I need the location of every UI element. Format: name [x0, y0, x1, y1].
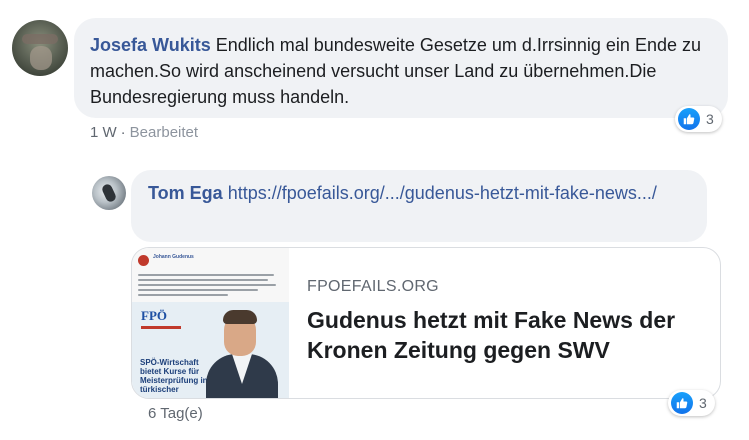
- reaction-count: 3: [699, 395, 707, 411]
- like-icon: [671, 392, 693, 414]
- thumbnail-text-line: [138, 289, 258, 291]
- comment-meta: 1 W · Bearbeitet: [90, 124, 199, 141]
- thumbnail-text-line: [138, 284, 276, 286]
- reaction-count: 3: [706, 111, 714, 127]
- reply-link[interactable]: https://fpoefails.org/.../gudenus-hetzt-…: [228, 183, 657, 203]
- comment-text-block: Josefa Wukits Endlich mal bundesweite Ge…: [90, 32, 720, 110]
- avatar-photo-detail: [22, 34, 58, 44]
- reply-timestamp[interactable]: 6 Tag(e): [148, 405, 203, 422]
- link-preview-title[interactable]: Gudenus hetzt mit Fake News der Kronen Z…: [307, 305, 707, 365]
- link-preview-thumbnail: Johann Gudenus FPÖ SPÖ-Wirtschaft bietet…: [132, 248, 289, 398]
- like-icon: [678, 108, 700, 130]
- avatar-josefa-wukits[interactable]: [12, 20, 68, 76]
- thumbnail-logo: FPÖ: [141, 308, 167, 323]
- avatar-photo-detail: [30, 46, 52, 70]
- reply-meta: 6 Tag(e): [148, 405, 203, 422]
- reply-text-block: Tom Ega https://fpoefails.org/.../gudenu…: [148, 180, 688, 206]
- thumbnail-avatar: [138, 255, 149, 266]
- thumbnail-text-line: [138, 274, 274, 276]
- thumbnail-photo: FPÖ SPÖ-Wirtschaft bietet Kurse für Meis…: [132, 302, 289, 398]
- comment-timestamp[interactable]: 1 W: [90, 124, 117, 141]
- reply-reaction-summary[interactable]: 3: [668, 390, 715, 416]
- comment-author-name[interactable]: Josefa Wukits: [90, 35, 211, 55]
- thumbnail-poster-text: SPÖ-Wirtschaft bietet Kurse für Meisterp…: [140, 358, 208, 394]
- link-preview-domain: FPOEFAILS.ORG: [307, 278, 439, 295]
- thumbnail-page-name: Johann Gudenus: [153, 254, 194, 260]
- reply-author-name[interactable]: Tom Ega: [148, 183, 223, 203]
- reaction-summary[interactable]: 3: [675, 106, 722, 132]
- avatar-tom-ega[interactable]: [92, 176, 126, 210]
- thumbnail-text-line: [138, 294, 228, 296]
- edited-label[interactable]: Bearbeitet: [130, 124, 198, 141]
- thumbnail-person-hair: [223, 310, 257, 324]
- avatar-photo-detail: [100, 182, 118, 204]
- thumbnail-logo-bar: [141, 326, 181, 329]
- thumbnail-post-header: Johann Gudenus: [138, 254, 278, 270]
- thumbnail-text-line: [138, 279, 268, 281]
